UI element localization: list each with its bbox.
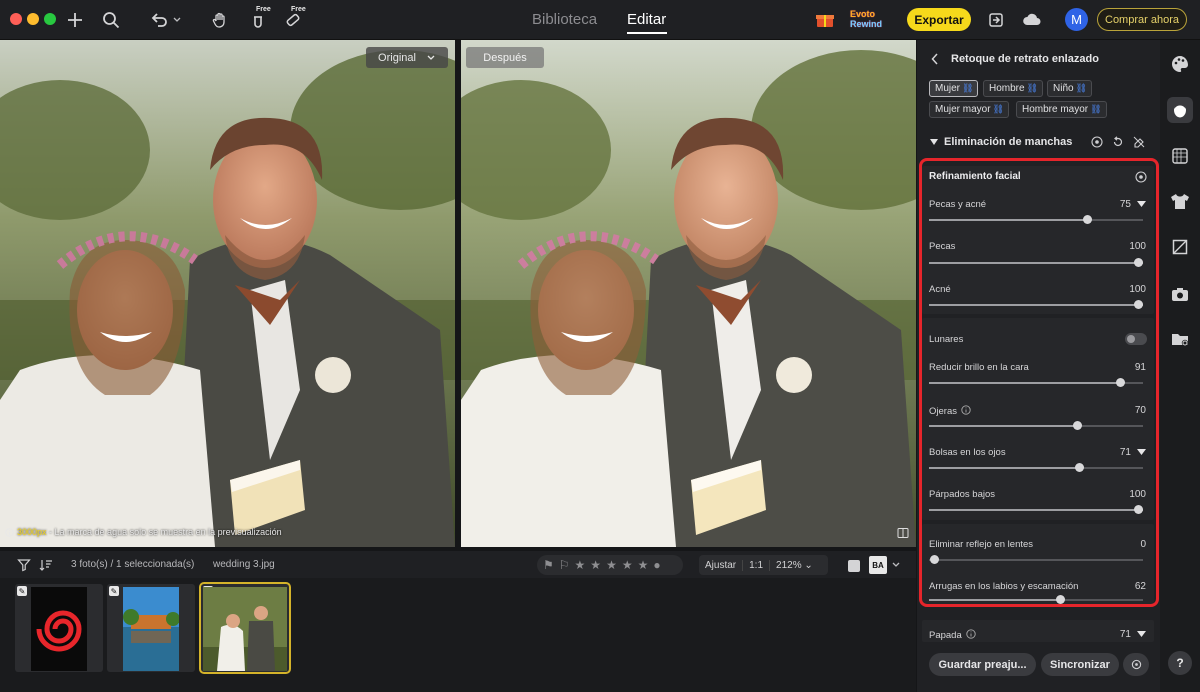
avatar[interactable]: M bbox=[1065, 8, 1088, 31]
zoom-select[interactable]: 212% ⌄ bbox=[770, 560, 819, 571]
eye-icon[interactable] bbox=[1091, 136, 1103, 148]
thumbnail-building-reflection[interactable]: ✎ bbox=[107, 584, 195, 672]
title-bar: Free Free Biblioteca Editar Evoto Rewind… bbox=[0, 0, 1200, 40]
before-after-button[interactable]: BA bbox=[869, 556, 887, 574]
help-button[interactable]: ? bbox=[1168, 651, 1192, 675]
save-preset-button[interactable]: Guardar preaju... bbox=[929, 653, 1036, 676]
back-icon[interactable] bbox=[931, 53, 939, 65]
sync-settings-button[interactable] bbox=[1123, 653, 1149, 676]
sync-button[interactable]: Sincronizar bbox=[1041, 653, 1119, 676]
gift-icon[interactable] bbox=[813, 8, 837, 32]
link-icon: ⛓ bbox=[1075, 83, 1088, 93]
add-icon[interactable] bbox=[63, 8, 87, 32]
sort-icon[interactable] bbox=[34, 553, 58, 577]
crop-icon[interactable] bbox=[1169, 236, 1191, 258]
slider-label-papada: Papada bbox=[929, 629, 976, 642]
chip-nino[interactable]: Niño ⛓ bbox=[1047, 80, 1093, 97]
chip-mujer[interactable]: Mujer ⛓ bbox=[929, 80, 979, 97]
after-label: Después bbox=[466, 47, 544, 68]
palette-icon[interactable] bbox=[1169, 53, 1191, 75]
chevron-down-icon[interactable] bbox=[889, 553, 903, 577]
background-icon[interactable] bbox=[1169, 145, 1191, 167]
star-icon[interactable]: ★ bbox=[622, 558, 633, 572]
photo-count: 3 foto(s) / 1 seleccionada(s) bbox=[71, 559, 195, 570]
panel-header: Retoque de retrato enlazado bbox=[931, 53, 1099, 65]
portrait-icon[interactable] bbox=[1167, 97, 1193, 123]
filmstrip: ✎ ✎ ✎ bbox=[0, 578, 916, 692]
export-button[interactable]: Exportar bbox=[907, 8, 971, 31]
edited-photo[interactable] bbox=[461, 40, 916, 547]
import-icon[interactable] bbox=[984, 8, 1008, 32]
link-icon: ⛓ bbox=[962, 83, 974, 93]
original-photo[interactable] bbox=[0, 40, 455, 547]
highlight-annotation bbox=[919, 158, 1159, 607]
star-icon[interactable]: ★ bbox=[590, 558, 601, 572]
star-icon[interactable]: ★ bbox=[638, 558, 649, 572]
clothing-icon[interactable] bbox=[1169, 190, 1191, 212]
expand-caret-icon[interactable] bbox=[1137, 631, 1146, 640]
chevron-down-icon bbox=[427, 55, 435, 60]
chip-mujer-mayor[interactable]: Mujer mayor ⛓ bbox=[929, 101, 1010, 118]
color-label-icon[interactable]: ● bbox=[653, 558, 660, 572]
bottom-toolbar: 3 foto(s) / 1 seleccionada(s) wedding 3.… bbox=[0, 551, 916, 578]
edited-badge-icon: ✎ bbox=[109, 586, 119, 596]
original-dropdown[interactable]: Original bbox=[366, 47, 448, 68]
tab-biblioteca[interactable]: Biblioteca bbox=[532, 11, 597, 28]
active-tab-indicator bbox=[627, 32, 667, 34]
section-blemish-removal[interactable]: Eliminación de manchas bbox=[930, 136, 1072, 148]
camera-icon[interactable] bbox=[1169, 283, 1191, 305]
hand-tool-icon[interactable] bbox=[208, 8, 232, 32]
right-icon-strip bbox=[1160, 40, 1200, 692]
flag-icon[interactable]: ⚑ bbox=[543, 558, 554, 572]
info-icon bbox=[5, 527, 14, 537]
reject-flag-icon[interactable]: ⚐ bbox=[559, 558, 570, 572]
panel-title: Retoque de retrato enlazado bbox=[951, 53, 1099, 65]
split-view-icon[interactable] bbox=[897, 527, 909, 542]
free-badge: Free bbox=[256, 6, 271, 13]
close-window-button[interactable] bbox=[10, 13, 22, 25]
thumbnail-spiral[interactable]: ✎ bbox=[15, 584, 103, 672]
reset-icon[interactable] bbox=[1112, 136, 1124, 148]
undo-history-chevron-icon[interactable] bbox=[170, 8, 184, 32]
thumbnail-wedding-3[interactable]: ✎ bbox=[199, 582, 291, 674]
link-icon: ⛓ bbox=[1026, 83, 1039, 93]
star-icon[interactable]: ★ bbox=[606, 558, 617, 572]
search-icon[interactable] bbox=[99, 8, 123, 32]
settings-icon bbox=[1131, 659, 1141, 670]
link-icon: ⛓ bbox=[1090, 104, 1102, 114]
cloud-icon[interactable] bbox=[1020, 8, 1044, 32]
evoto-rewind-logo[interactable]: Evoto Rewind bbox=[850, 9, 882, 29]
edited-badge-icon: ✎ bbox=[17, 586, 27, 596]
free-badge: Free bbox=[291, 6, 306, 13]
zoom-window-button[interactable] bbox=[44, 13, 56, 25]
zoom-controls: Ajustar 1:1 212% ⌄ bbox=[699, 555, 828, 575]
info-icon[interactable] bbox=[966, 629, 976, 642]
undo-icon[interactable] bbox=[147, 8, 171, 32]
one-to-one-button[interactable]: 1:1 bbox=[743, 559, 771, 571]
star-icon[interactable]: ★ bbox=[575, 558, 586, 572]
minimize-window-button[interactable] bbox=[27, 13, 39, 25]
buy-now-button[interactable]: Comprar ahora bbox=[1097, 8, 1187, 31]
triangle-down-icon bbox=[930, 139, 938, 145]
filter-icon[interactable] bbox=[12, 553, 36, 577]
eraser-icon[interactable] bbox=[1133, 136, 1145, 148]
fit-button[interactable]: Ajustar bbox=[699, 559, 744, 571]
tab-editar[interactable]: Editar bbox=[627, 11, 666, 28]
chip-hombre[interactable]: Hombre ⛓ bbox=[983, 80, 1044, 97]
link-icon: ⛓ bbox=[992, 104, 1005, 114]
single-view-button[interactable] bbox=[848, 560, 860, 572]
file-name: wedding 3.jpg bbox=[213, 559, 275, 570]
rating-box: ⚑ ⚐ ★ ★ ★ ★ ★ ● bbox=[537, 555, 683, 575]
watermark-note: 3000px - La marca de agua solo se muestr… bbox=[5, 527, 282, 537]
folder-settings-icon[interactable] bbox=[1169, 328, 1191, 350]
chip-hombre-mayor[interactable]: Hombre mayor ⛓ bbox=[1016, 101, 1107, 118]
slider-value-papada[interactable]: 71 bbox=[1091, 629, 1131, 640]
